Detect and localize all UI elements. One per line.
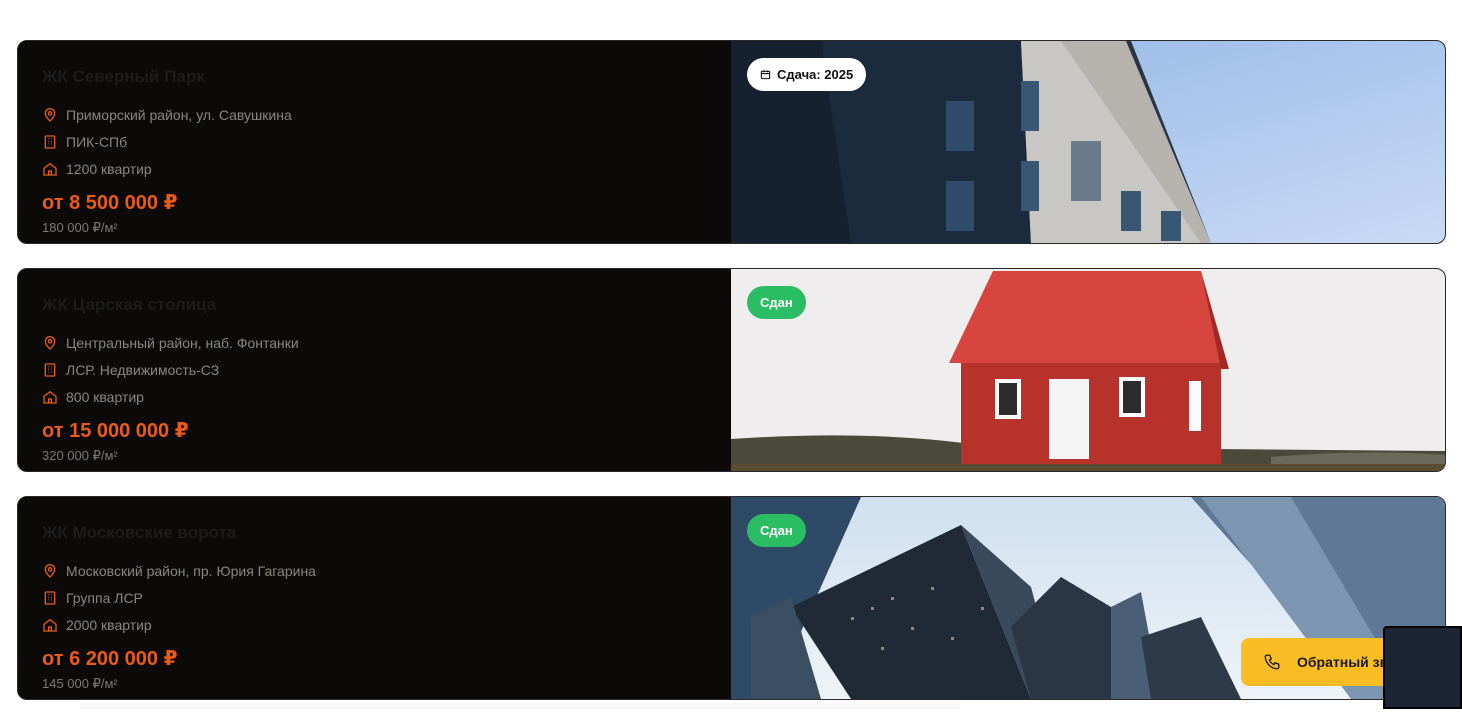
home-icon	[42, 389, 58, 405]
building-icon	[42, 362, 58, 378]
complex-card[interactable]: ЖК Московские ворота Московский район, п…	[17, 496, 1446, 700]
home-icon	[42, 617, 58, 633]
status-badge: Сдача: 2025	[747, 58, 867, 91]
complex-name[interactable]: ЖК Царская столица	[42, 295, 707, 315]
price-per-m2: 180 000 ₽/м²	[42, 220, 118, 235]
phone-icon	[1263, 653, 1281, 671]
complex-card[interactable]: ЖК Царская столица Центральный район, на…	[17, 268, 1446, 472]
flats-row: 1200 квартир	[42, 155, 707, 182]
card-info: ЖК Северный Парк Приморский район, ул. С…	[18, 41, 731, 243]
complex-card[interactable]: ЖК Северный Парк Приморский район, ул. С…	[17, 40, 1446, 244]
map-pin-icon	[42, 335, 58, 351]
house-photo	[731, 269, 1445, 471]
address-text: Центральный район, наб. Фонтанки	[66, 334, 299, 351]
developer-row: ПИК-СПб	[42, 128, 707, 155]
complex-photo[interactable]: Сдан	[731, 269, 1445, 471]
developer-row: ЛСР. Недвижимость-СЗ	[42, 356, 707, 383]
chat-widget[interactable]	[1383, 626, 1462, 709]
status-badge-text: Сдан	[760, 295, 793, 310]
address-row: Приморский район, ул. Савушкина	[42, 101, 707, 128]
address-row: Московский район, пр. Юрия Гагарина	[42, 557, 707, 584]
price-per-m2: 320 000 ₽/м²	[42, 448, 118, 463]
flats-text: 2000 квартир	[66, 616, 152, 633]
address-text: Московский район, пр. Юрия Гагарина	[66, 562, 316, 579]
flats-row: 2000 квартир	[42, 611, 707, 638]
complex-photo[interactable]: Сдача: 2025	[731, 41, 1445, 243]
status-badge: Сдан	[747, 514, 806, 547]
developer-text: ПИК-СПб	[66, 133, 128, 150]
status-badge-text: Сдача: 2025	[777, 67, 854, 82]
price: от 6 200 000 ₽	[42, 648, 178, 670]
building-icon	[42, 590, 58, 606]
address-text: Приморский район, ул. Савушкина	[66, 106, 292, 123]
calendar-icon	[760, 69, 771, 80]
flats-text: 1200 квартир	[66, 160, 152, 177]
map-pin-icon	[42, 563, 58, 579]
price-per-m2: 145 000 ₽/м²	[42, 676, 118, 691]
complex-list: ЖК Северный Парк Приморский район, ул. С…	[17, 40, 1446, 724]
complex-name[interactable]: ЖК Московские ворота	[42, 523, 707, 543]
page-bottom-shadow	[80, 700, 960, 709]
status-badge: Сдан	[747, 286, 806, 319]
flats-row: 800 квартир	[42, 383, 707, 410]
developer-text: Группа ЛСР	[66, 589, 143, 606]
flats-text: 800 квартир	[66, 388, 144, 405]
price: от 15 000 000 ₽	[42, 420, 189, 442]
card-info: ЖК Московские ворота Московский район, п…	[18, 497, 731, 699]
home-icon	[42, 161, 58, 177]
price: от 8 500 000 ₽	[42, 192, 178, 214]
building-icon	[42, 134, 58, 150]
map-pin-icon	[42, 107, 58, 123]
complex-name[interactable]: ЖК Северный Парк	[42, 67, 707, 87]
developer-text: ЛСР. Недвижимость-СЗ	[66, 361, 220, 378]
card-info: ЖК Царская столица Центральный район, на…	[18, 269, 731, 471]
status-badge-text: Сдан	[760, 523, 793, 538]
developer-row: Группа ЛСР	[42, 584, 707, 611]
address-row: Центральный район, наб. Фонтанки	[42, 329, 707, 356]
